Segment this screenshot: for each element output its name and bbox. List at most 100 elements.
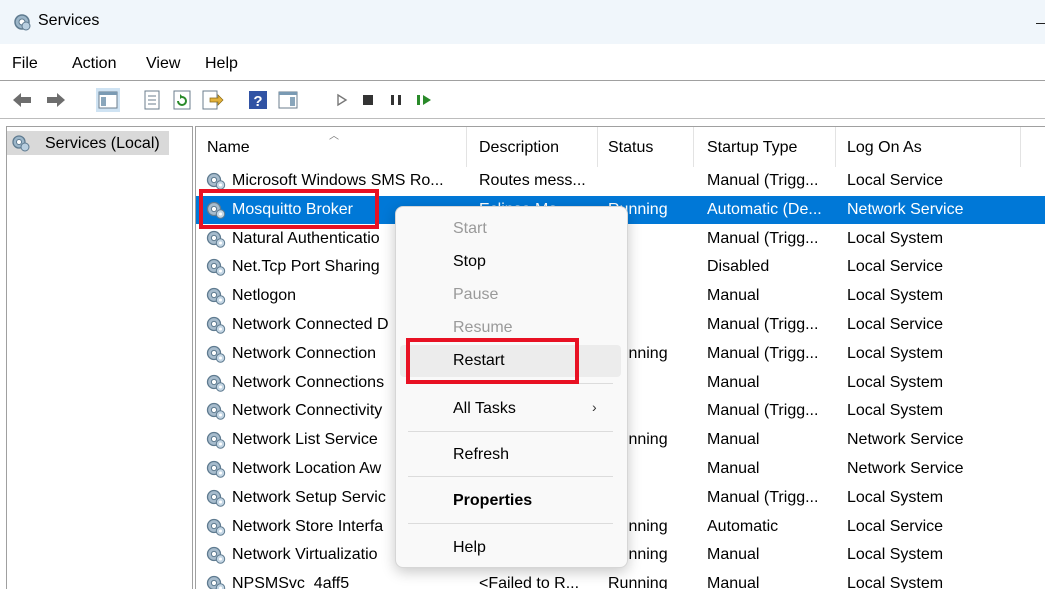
service-gear-icon (205, 373, 227, 398)
context-menu-start-label: Start (453, 220, 487, 237)
service-startup-type: Manual (707, 460, 760, 477)
service-name: Microsoft Windows SMS Ro... (232, 172, 444, 189)
context-menu-pause[interactable]: Pause (400, 279, 621, 311)
service-log-on-as: Network Service (847, 431, 964, 449)
column-divider[interactable] (597, 127, 598, 167)
show-hide-console-tree-icon[interactable] (96, 88, 120, 112)
back-arrow-icon[interactable] (10, 88, 34, 112)
submenu-chevron-icon: › (592, 399, 597, 415)
toolbar: ? (0, 84, 1045, 118)
service-startup-type: Manual (707, 546, 760, 564)
stop-service-icon[interactable] (356, 88, 380, 112)
service-startup-type: Manual (Trigg... (707, 402, 819, 420)
context-menu-refresh-label: Refresh (453, 446, 510, 463)
context-menu-properties-label: Properties (453, 492, 533, 509)
menu-help[interactable]: Help (205, 55, 238, 73)
service-log-on-as: Local System (847, 402, 944, 420)
menu-view[interactable]: View (146, 55, 180, 73)
service-log-on-as: Local System (847, 287, 944, 305)
console-tree: Services (Local) (6, 126, 193, 589)
context-menu-help-label: Help (453, 539, 486, 556)
context-menu-properties[interactable]: Properties (400, 485, 621, 517)
column-divider[interactable] (1020, 127, 1021, 167)
context-menu-resume-label: Resume (453, 319, 513, 336)
service-gear-icon (205, 545, 227, 570)
services-gear-icon (12, 12, 32, 37)
column-header-name[interactable]: Name (207, 139, 250, 157)
tree-item-label: Services (Local) (45, 135, 160, 152)
service-log-on-as: Local System (847, 546, 944, 564)
context-menu-stop[interactable]: Stop (400, 246, 621, 278)
service-log-on-as: Network Service (847, 200, 964, 218)
service-startup-type: Automatic (707, 517, 779, 535)
service-log-on-as: Local Service (847, 172, 944, 189)
context-menu-divider (408, 523, 613, 524)
column-divider[interactable] (693, 127, 694, 167)
column-header-description[interactable]: Description (479, 139, 559, 157)
service-gear-icon (205, 488, 227, 513)
refresh-icon[interactable] (170, 88, 194, 112)
service-log-on-as: Local System (847, 344, 944, 362)
service-log-on-as: Local System (847, 373, 944, 391)
service-gear-icon (205, 286, 227, 311)
column-header-status[interactable]: Status (608, 139, 653, 157)
resume-service-icon[interactable] (412, 88, 436, 112)
help-icon[interactable]: ? (246, 88, 270, 112)
table-row[interactable]: NPSMSvc_4aff5 <Failed to R... Running Manua… (196, 570, 1045, 589)
menu-file[interactable]: File (12, 55, 38, 73)
service-description: Routes mess... (479, 172, 586, 189)
service-gear-icon (205, 401, 227, 426)
context-menu-pause-label: Pause (453, 286, 499, 303)
svg-text:?: ? (253, 93, 262, 110)
column-divider[interactable] (466, 127, 467, 167)
forward-arrow-icon[interactable] (44, 88, 68, 112)
service-log-on-as: Network Service (847, 460, 964, 477)
column-header-log-on-as[interactable]: Log On As (847, 139, 922, 157)
service-startup-type: Disabled (707, 258, 770, 276)
menu-bar: File Action View Help (0, 52, 1045, 76)
minimize-button[interactable] (1024, 18, 1045, 28)
service-description: <Failed to R... (479, 575, 580, 589)
service-startup-type: Manual (707, 287, 760, 305)
services-gear-icon (11, 134, 31, 157)
column-divider[interactable] (835, 127, 836, 167)
service-log-on-as: Local System (847, 229, 944, 247)
service-startup-type: Manual (Trigg... (707, 344, 819, 362)
service-startup-type: Manual (Trigg... (707, 172, 819, 189)
annotation-highlight-box (199, 189, 379, 229)
service-startup-type: Manual (707, 431, 760, 449)
context-menu-help[interactable]: Help (400, 532, 621, 564)
context-menu-all-tasks-label: All Tasks (453, 400, 516, 417)
properties-icon[interactable] (140, 88, 164, 112)
service-gear-icon (205, 257, 227, 282)
list-header: ︿ Name Description Status Startup Type L… (196, 127, 1045, 167)
service-log-on-as: Local System (847, 575, 944, 589)
service-gear-icon (205, 517, 227, 542)
service-log-on-as: Local Service (847, 517, 944, 535)
service-startup-type: Manual (Trigg... (707, 316, 819, 333)
menu-action[interactable]: Action (72, 55, 116, 73)
title-bar: Services (0, 0, 1045, 44)
tree-item-services-local[interactable]: Services (Local) (7, 131, 169, 155)
service-gear-icon (205, 229, 227, 254)
start-service-icon[interactable] (330, 88, 354, 112)
column-header-startup-type[interactable]: Startup Type (707, 139, 797, 157)
service-gear-icon (205, 344, 227, 369)
show-hide-action-pane-icon[interactable] (276, 88, 300, 112)
service-log-on-as: Local Service (847, 258, 944, 276)
context-menu: Start Stop Pause Resume Restart All Task… (395, 206, 628, 568)
service-startup-type: Automatic (De... (707, 200, 822, 218)
context-menu-refresh[interactable]: Refresh (400, 439, 621, 471)
export-list-icon[interactable] (200, 88, 224, 112)
context-menu-start[interactable]: Start (400, 213, 621, 245)
toolbar-divider (0, 118, 1045, 119)
context-menu-stop-label: Stop (453, 253, 486, 270)
service-gear-icon (205, 459, 227, 484)
context-menu-all-tasks[interactable]: All Tasks › (400, 393, 621, 425)
service-startup-type: Manual (707, 575, 760, 589)
service-startup-type: Manual (707, 373, 760, 391)
context-menu-divider (408, 431, 613, 432)
sort-ascending-icon: ︿ (329, 131, 339, 142)
pause-service-icon[interactable] (384, 88, 408, 112)
service-name: NPSMSvc_4aff5 (232, 575, 350, 589)
